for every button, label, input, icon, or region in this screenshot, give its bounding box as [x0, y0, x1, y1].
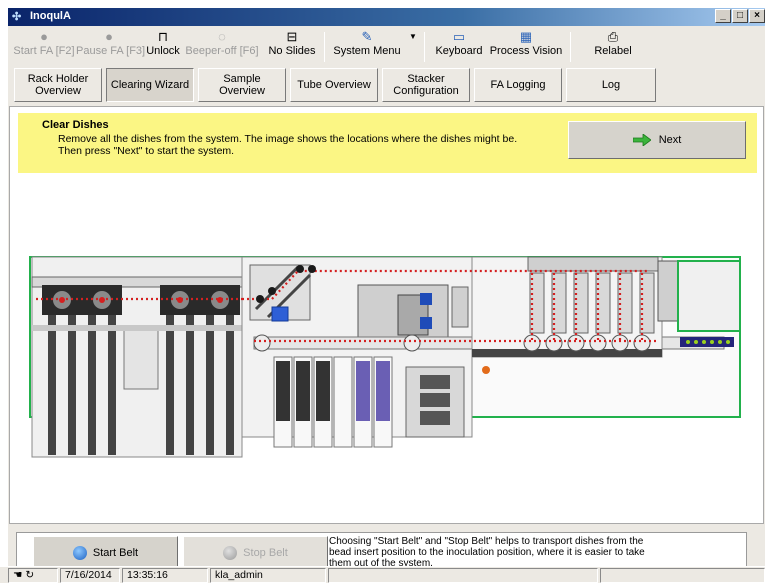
start-belt-label: Start Belt — [92, 546, 139, 559]
hand-icon: ☚ ↻ — [13, 569, 35, 581]
app-icon: ✣ — [12, 11, 22, 23]
slides-icon: ⊟ — [286, 29, 298, 44]
tab-log[interactable]: Log — [566, 68, 656, 102]
maximize-button[interactable]: □ — [732, 9, 748, 23]
toolbar-separator — [570, 32, 571, 62]
minimize-button[interactable]: _ — [715, 9, 731, 23]
status-empty — [328, 568, 598, 583]
toolbar: ● Start FA [F2] ● Pause FA [F3] ⊓ Unlock… — [8, 26, 765, 66]
status-date: 7/16/2014 — [60, 568, 120, 583]
status-icons: ☚ ↻ — [8, 568, 58, 583]
pause-fa-button[interactable]: ● Pause FA [F3] — [76, 29, 145, 65]
status-bar: ☚ ↻ 7/16/2014 13:35:16 kla_admin — [0, 566, 765, 583]
pause-icon: ● — [105, 29, 113, 44]
next-button-label: Next — [658, 134, 682, 146]
play-icon — [72, 545, 87, 560]
tab-stacker-configuration[interactable]: Stacker Configuration — [382, 68, 470, 102]
process-vision-icon: ▦ — [519, 29, 533, 44]
tab-sample-overview[interactable]: Sample Overview — [198, 68, 286, 102]
banner-text: Remove all the dishes from the system. T… — [58, 133, 518, 157]
no-slides-button[interactable]: ⊟ No Slides — [264, 29, 320, 65]
start-belt-button[interactable]: Start Belt — [33, 536, 178, 569]
beeper-icon: ◌ — [218, 29, 226, 44]
status-time: 13:35:16 — [122, 568, 208, 583]
system-layout-image — [29, 256, 741, 458]
banner-title: Clear Dishes — [42, 119, 109, 131]
status-empty-2 — [600, 568, 765, 583]
main-window: ● Start FA [F2] ● Pause FA [F3] ⊓ Unlock… — [8, 26, 765, 583]
printer-icon: ⎙ — [607, 29, 619, 44]
start-icon: ● — [40, 29, 48, 44]
chevron-down-icon: ▼ — [409, 32, 417, 41]
arrow-right-icon — [632, 134, 651, 146]
system-menu-dropdown[interactable]: ▼ — [406, 29, 420, 65]
stop-belt-button[interactable]: Stop Belt — [183, 536, 328, 569]
status-user: kla_admin — [210, 568, 326, 583]
stop-icon — [223, 545, 238, 560]
clearing-wizard-panel: Clear Dishes Remove all the dishes from … — [9, 106, 764, 524]
keyboard-icon: ▭ — [452, 29, 466, 44]
tab-strip: Rack Holder Overview Clearing Wizard Sam… — [8, 66, 765, 102]
title-bar[interactable]: ✣ InoqulA _ □ × — [8, 8, 765, 26]
tab-rack-holder-overview[interactable]: Rack Holder Overview — [14, 68, 102, 102]
instruction-banner: Clear Dishes Remove all the dishes from … — [18, 113, 757, 173]
beeper-off-button[interactable]: ◌ Beeper-off [F6] — [184, 29, 260, 65]
system-menu-button[interactable]: ✎ System Menu — [330, 29, 404, 65]
close-button[interactable]: × — [749, 9, 765, 23]
relabel-button[interactable]: ⎙ Relabel — [588, 29, 638, 65]
next-button[interactable]: Next — [568, 121, 746, 159]
process-vision-button[interactable]: ▦ Process Vision — [488, 29, 564, 65]
toolbar-separator — [324, 32, 325, 62]
tab-tube-overview[interactable]: Tube Overview — [290, 68, 378, 102]
window-title: InoqulA — [30, 10, 71, 22]
unlock-button[interactable]: ⊓ Unlock — [142, 29, 184, 65]
toolbar-separator — [424, 32, 425, 62]
tab-fa-logging[interactable]: FA Logging — [474, 68, 562, 102]
system-menu-icon: ✎ — [361, 29, 373, 44]
stop-belt-label: Stop Belt — [243, 546, 288, 559]
belt-help-text: Choosing "Start Belt" and "Stop Belt" he… — [329, 536, 645, 569]
unlock-icon: ⊓ — [157, 29, 169, 44]
tab-clearing-wizard[interactable]: Clearing Wizard — [106, 68, 194, 102]
start-fa-button[interactable]: ● Start FA [F2] — [12, 29, 76, 65]
keyboard-button[interactable]: ▭ Keyboard — [432, 29, 486, 65]
